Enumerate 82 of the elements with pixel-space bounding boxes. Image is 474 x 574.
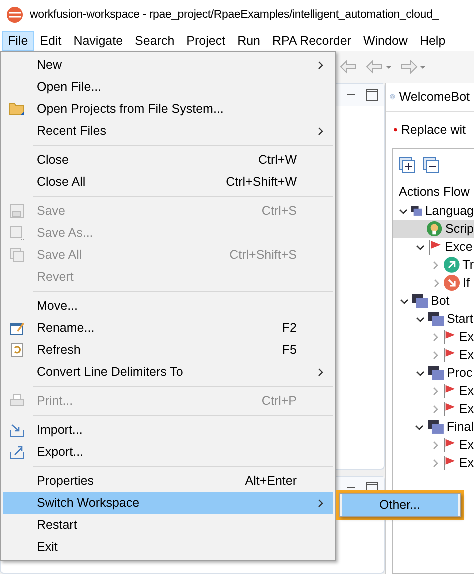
submenu-item[interactable]: Other...	[342, 494, 458, 516]
menu-item[interactable]: Import...	[3, 419, 333, 441]
menu-item[interactable]: Open File...	[3, 76, 333, 98]
import-icon	[9, 422, 25, 438]
tree-item[interactable]: Tr	[393, 256, 474, 274]
forward-arrow-icon[interactable]	[400, 60, 426, 74]
arrow-up-right-icon	[444, 257, 460, 273]
pencil-window-icon	[9, 320, 25, 336]
menu-bar-item[interactable]: Help	[414, 30, 452, 50]
tree-heading: Actions Flow	[398, 184, 471, 201]
tree-item[interactable]: If	[393, 274, 474, 292]
editor-tab[interactable]: WelcomeBot	[399, 90, 470, 104]
tree-item[interactable]: Ex	[393, 346, 474, 364]
folder-icon	[9, 102, 25, 116]
printer-icon	[9, 393, 25, 409]
menu-item[interactable]: Move...	[3, 295, 333, 317]
chevron-right-icon	[318, 368, 324, 376]
tree-item[interactable]: Ex	[393, 382, 474, 400]
menu-bar-item[interactable]: Project	[180, 30, 232, 50]
menu-item[interactable]: Rename... F2	[3, 317, 333, 339]
chevron-right-icon	[318, 498, 324, 508]
tree-item[interactable]: Exce	[393, 238, 474, 256]
tree-item[interactable]: Ex	[393, 454, 474, 472]
menu-item[interactable]: Refresh F5	[3, 339, 333, 361]
flag-icon	[443, 347, 456, 363]
menu-item[interactable]: Restart	[3, 514, 333, 536]
menu-item[interactable]: Switch Workspace	[3, 492, 333, 514]
chevron-down-icon[interactable]	[416, 368, 424, 378]
refresh-page-icon	[9, 342, 25, 358]
menu-bar-item[interactable]: RPA Recorder	[266, 30, 358, 50]
window-title: workfusion-workspace - rpae_project/RpaeExamples/intelligent_automation_cloud_	[30, 9, 439, 21]
menu-item[interactable]: Properties Alt+Enter	[3, 470, 333, 492]
tree-item[interactable]: Scrip	[393, 220, 474, 238]
tree-item[interactable]: Start	[393, 310, 474, 328]
menu-item[interactable]: Convert Line Delimiters To	[3, 361, 333, 383]
tree-item[interactable]: Ex	[393, 436, 474, 454]
menu-bar-item[interactable]: Navigate	[68, 30, 130, 50]
chevron-down-icon[interactable]	[400, 296, 408, 306]
flag-icon	[443, 437, 456, 453]
stacked-windows-icon	[428, 312, 444, 326]
chevron-down-icon[interactable]	[399, 206, 408, 216]
menu-bar-item[interactable]: File	[2, 30, 34, 50]
back-arrow-icon[interactable]	[366, 60, 392, 74]
stacked-windows-icon	[428, 366, 444, 380]
chevron-right-icon	[318, 60, 324, 70]
disks-icon	[9, 247, 25, 263]
tree-item[interactable]: Final	[393, 418, 474, 436]
menu-bar-item[interactable]: Search	[129, 30, 181, 50]
notice-text: Replace wit	[401, 123, 466, 137]
arrow-down-right-icon	[444, 275, 460, 291]
tree-item[interactable]: Ex	[393, 328, 474, 346]
maximize-icon[interactable]	[366, 89, 378, 101]
menu-item[interactable]: Exit	[3, 536, 333, 558]
menu-bar-item[interactable]: Window	[357, 30, 414, 50]
menu-item[interactable]: Open Projects from File System...	[3, 98, 333, 120]
chevron-down-icon[interactable]	[416, 242, 424, 252]
collapse-all-icon[interactable]	[423, 157, 439, 173]
stacked-windows-icon	[412, 294, 428, 308]
app-logo-icon	[6, 6, 24, 24]
export-icon	[9, 444, 25, 460]
flag-icon	[428, 239, 442, 255]
tree-item[interactable]: Ex	[393, 400, 474, 418]
stacked-windows-icon	[428, 420, 444, 434]
chevron-down-icon[interactable]	[416, 314, 424, 324]
menu-bar-item[interactable]: Edit	[34, 30, 68, 50]
flag-icon	[443, 401, 456, 417]
flag-icon	[443, 329, 456, 345]
menu-item[interactable]: Recent Files	[3, 120, 333, 142]
flag-icon	[443, 455, 456, 471]
menu-item[interactable]: Export...	[3, 441, 333, 463]
menu-bar-item[interactable]: Run	[232, 30, 266, 50]
tree-item[interactable]: Proc	[393, 364, 474, 382]
menu-item[interactable]: New	[3, 54, 333, 76]
expand-all-icon[interactable]	[399, 157, 415, 173]
tree-item[interactable]: Bot	[393, 292, 474, 310]
chevron-down-icon[interactable]	[415, 422, 424, 432]
menu-item[interactable]: Close Ctrl+W	[3, 149, 333, 171]
stacked-windows-icon	[411, 204, 422, 218]
flag-icon	[443, 383, 456, 399]
menu-item[interactable]: Close All Ctrl+Shift+W	[3, 171, 333, 193]
tree-item[interactable]: Languag	[393, 202, 474, 220]
chevron-right-icon	[318, 126, 324, 136]
